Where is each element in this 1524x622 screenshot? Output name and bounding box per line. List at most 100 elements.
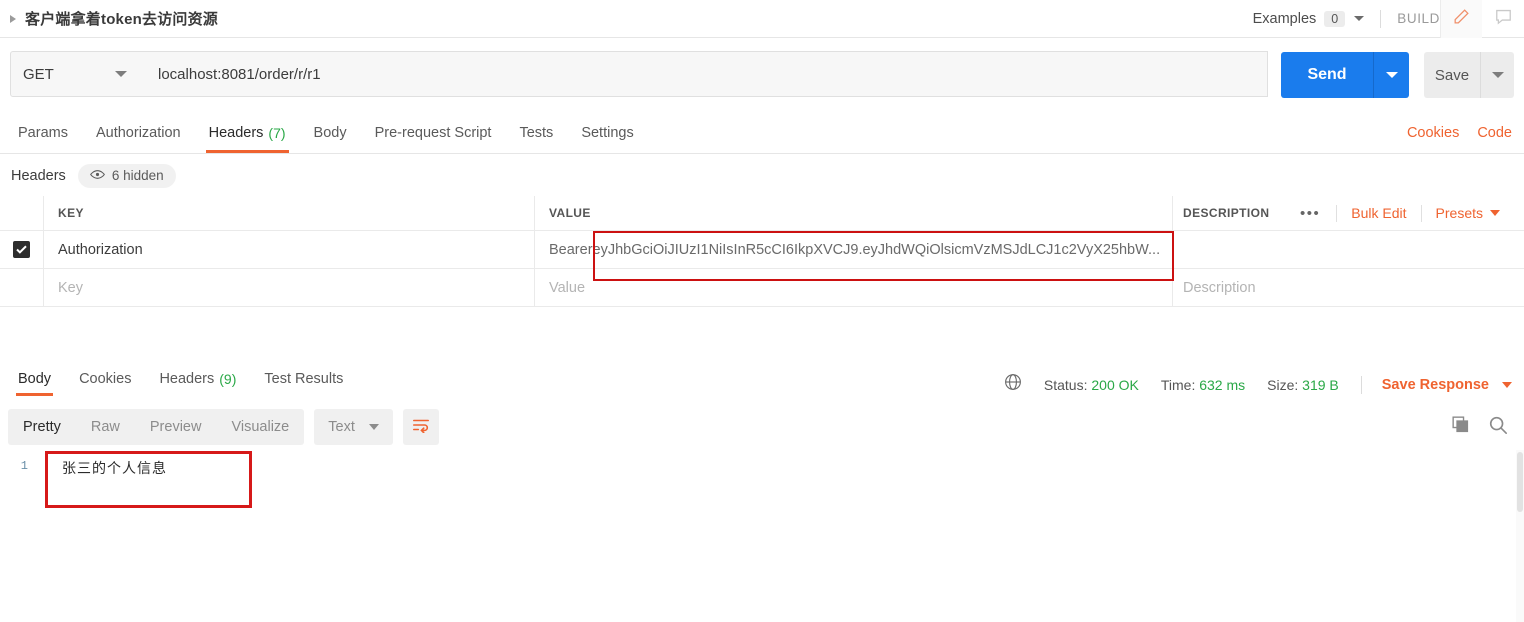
globe-icon [1004,373,1022,396]
examples-control[interactable]: Examples 0 [1252,10,1365,27]
tab-authorization[interactable]: Authorization [82,113,195,153]
format-pretty[interactable]: Pretty [8,409,76,445]
tab-headers[interactable]: Headers (7) [195,113,300,153]
cookies-link[interactable]: Cookies [1407,125,1459,141]
edit-button[interactable] [1440,0,1482,38]
send-button[interactable]: Send [1281,52,1373,98]
chevron-down-icon [368,424,379,430]
word-wrap-button[interactable] [402,409,439,445]
new-description-input[interactable]: Description [1173,269,1524,306]
send-options-button[interactable] [1373,52,1409,98]
tab-pre-request-script[interactable]: Pre-request Script [361,113,506,153]
table-row[interactable]: Authorization Bearer eyJhbGciOiJIUzI1NiI… [0,231,1524,269]
presets-button[interactable]: Presets [1422,205,1514,221]
url-value: localhost:8081/order/r/r1 [158,65,321,83]
top-bar: 客户端拿着token去访问资源 Examples 0 BUILD [0,0,1524,38]
url-input[interactable]: localhost:8081/order/r/r1 [141,51,1268,97]
response-tab-cookies[interactable]: Cookies [65,362,145,396]
new-value-input[interactable]: Value [535,269,1173,306]
description-placeholder: Description [1183,279,1256,296]
tab-settings[interactable]: Settings [567,113,647,153]
hidden-headers-count: 6 hidden [111,168,164,183]
ellipsis-icon[interactable]: ••• [1284,205,1336,222]
tab-tests[interactable]: Tests [505,113,567,153]
examples-count-badge: 0 [1324,10,1346,27]
method-label: GET [23,65,54,83]
http-method-select[interactable]: GET [10,51,142,97]
comment-button[interactable] [1482,0,1524,38]
chevron-down-icon [1385,72,1398,78]
time-value: 632 ms [1199,376,1246,393]
bulk-edit-button[interactable]: Bulk Edit [1337,205,1420,221]
chevron-down-icon[interactable] [1354,16,1365,21]
request-title-group: 客户端拿着token去访问资源 [0,8,218,29]
new-key-input[interactable]: Key [44,269,535,306]
column-label: DESCRIPTION [1183,206,1270,220]
chevron-down-icon [1491,72,1504,78]
tab-body[interactable]: Body [300,113,361,153]
response-tab-test-results[interactable]: Test Results [250,362,357,396]
status-meta: Status: 200 OK [1044,377,1139,393]
format-raw[interactable]: Raw [76,409,135,445]
column-label: VALUE [549,206,591,220]
response-meta: Status: 200 OK Time: 632 ms Size: 319 B … [1004,373,1524,396]
examples-label: Examples [1252,10,1317,27]
table-header-row: KEY VALUE DESCRIPTION ••• Bulk Edit Pres… [0,196,1524,231]
row-description-cell[interactable] [1173,231,1524,268]
headers-table: KEY VALUE DESCRIPTION ••• Bulk Edit Pres… [0,196,1524,307]
tab-label: Body [18,371,52,387]
request-tab-bar: Params Authorization Headers (7) Body Pr… [0,114,1524,154]
row-enabled-checkbox[interactable] [13,241,30,258]
pencil-icon [1452,7,1471,31]
divider [1360,375,1362,394]
table-actions: ••• Bulk Edit Presets [1284,204,1524,222]
response-body-viewer[interactable]: 1 [0,448,1524,622]
format-toggle-group: Pretty Raw Preview Visualize [8,409,305,445]
save-options-button[interactable] [1480,52,1514,98]
save-button[interactable]: Save [1424,52,1480,98]
response-tab-headers[interactable]: Headers (9) [145,362,250,396]
status-label: Status: [1043,376,1088,393]
code-link[interactable]: Code [1477,125,1512,141]
row-checkbox-cell [0,231,44,268]
build-button[interactable]: BUILD [1397,11,1440,26]
viewer-scrollbar-thumb[interactable] [1517,452,1523,512]
format-preview[interactable]: Preview [135,409,217,445]
value-placeholder: Value [549,279,586,296]
save-response-label: Save Response [1381,376,1489,393]
copy-button[interactable] [1451,415,1470,439]
tab-badge: (9) [219,371,237,387]
headers-section-title: Headers [11,167,66,184]
content-type-select[interactable]: Text [314,409,393,445]
save-response-button[interactable]: Save Response [1382,377,1512,393]
tab-params[interactable]: Params [4,113,82,153]
collapse-triangle-icon[interactable] [10,14,16,23]
token-prefix: Bearer [549,241,593,258]
headers-subheader: Headers 6 hidden [0,155,1524,196]
table-row-empty[interactable]: Key Value Description [0,269,1524,307]
response-body-text: 张三的个人信息 [62,461,167,477]
search-button[interactable] [1488,415,1508,440]
page-title: 客户端拿着token去访问资源 [25,11,219,28]
divider [1380,9,1382,28]
size-meta: Size: 319 B [1267,377,1339,393]
row-key-cell[interactable]: Authorization [44,231,535,268]
header-token-value: eyJhbGciOiJIUzI1NiIsInR5cCI6IkpXVCJ9.eyJ… [592,241,1161,258]
tab-label: Test Results [264,371,344,387]
tab-label: Pre-request Script [374,125,492,141]
key-placeholder: Key [58,279,83,296]
time-meta: Time: 632 ms [1161,377,1245,393]
header-cell-value: VALUE [535,196,1173,230]
tab-label: Settings [581,125,634,141]
tab-badge: (7) [268,125,286,141]
top-bar-actions: Examples 0 BUILD [1253,0,1524,38]
format-visualize[interactable]: Visualize [216,409,304,445]
row-value-cell[interactable]: Bearer eyJhbGciOiJIUzI1NiIsInR5cCI6IkpXV… [535,231,1173,268]
presets-label: Presets [1435,205,1483,221]
time-label: Time: [1160,376,1196,393]
response-tab-body[interactable]: Body [4,362,65,396]
bulk-edit-label: Bulk Edit [1351,205,1407,221]
size-value: 319 B [1302,376,1339,393]
hidden-headers-toggle[interactable]: 6 hidden [77,163,176,188]
header-key-value: Authorization [58,241,143,258]
